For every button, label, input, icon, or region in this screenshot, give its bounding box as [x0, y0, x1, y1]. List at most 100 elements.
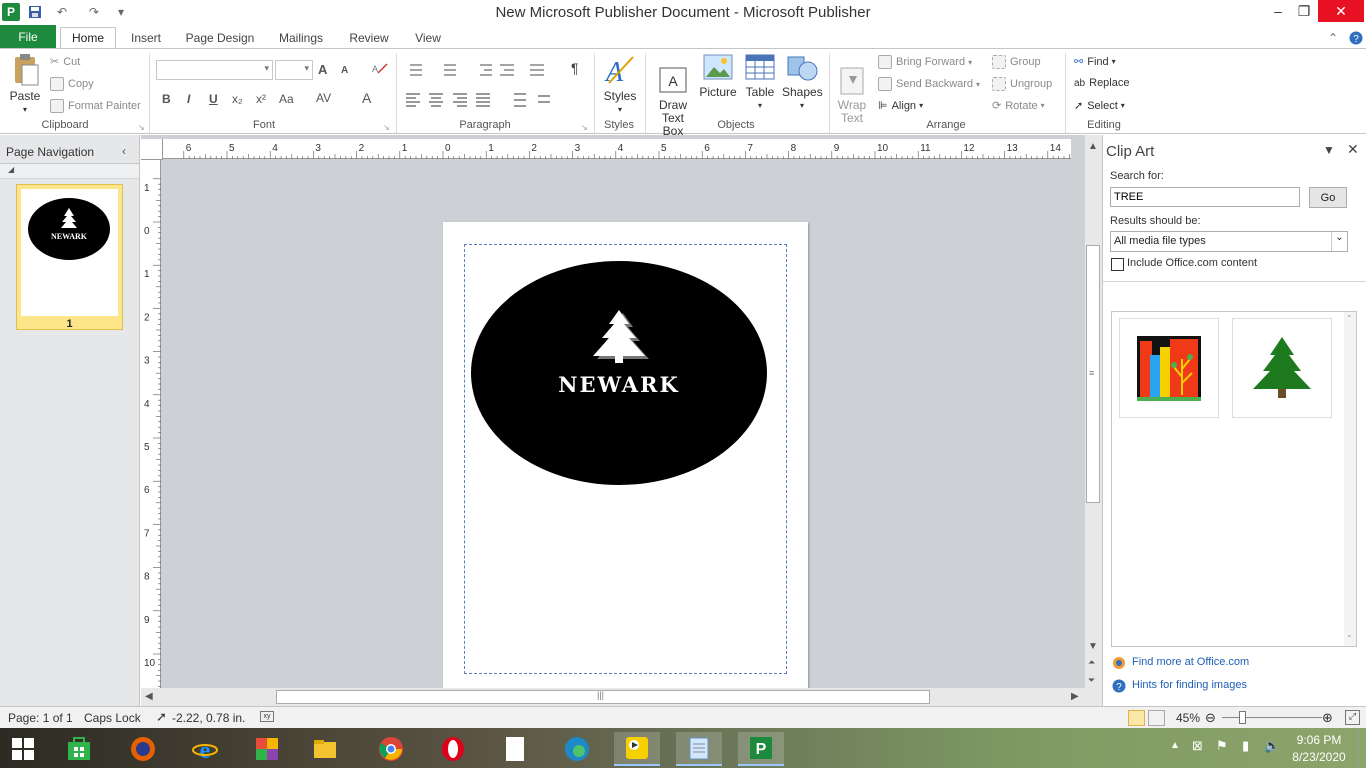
tab-view[interactable]: View — [404, 27, 452, 48]
publisher-taskbar-icon[interactable]: P — [738, 732, 784, 766]
clock-time[interactable]: 9:06 PM — [1296, 733, 1342, 747]
ruler-corner[interactable] — [141, 139, 163, 160]
help-icon[interactable]: ? — [1348, 27, 1364, 48]
results-scrollbar[interactable]: ⌃ ⌄ — [1344, 312, 1356, 646]
italic-button[interactable]: I — [187, 92, 190, 106]
newark-logo[interactable]: NEWARK — [471, 260, 769, 486]
table-button[interactable]: Table ▾ — [740, 53, 780, 112]
zoom-in-icon[interactable]: ⊕ — [1322, 710, 1333, 726]
show-hidden-icons[interactable]: ▲ — [1170, 740, 1180, 751]
change-case-button[interactable]: Aa — [279, 92, 294, 106]
zoom-level[interactable]: 45% — [1176, 711, 1200, 725]
next-page-icon[interactable]: ⏷ — [1088, 675, 1095, 686]
rotate-button[interactable]: ⟳ Rotate ▾ — [992, 99, 1045, 113]
firefox-icon[interactable] — [120, 732, 166, 766]
format-painter-button[interactable]: Format Painter — [50, 99, 141, 113]
copy-button[interactable]: Copy — [50, 77, 94, 91]
clip-result-green-tree[interactable] — [1232, 318, 1332, 418]
tab-review[interactable]: Review — [340, 27, 398, 48]
shrink-font-button[interactable]: A — [341, 65, 348, 76]
zoom-slider[interactable] — [1222, 717, 1322, 718]
underline-button[interactable]: U — [209, 92, 218, 106]
collapse-ribbon-icon[interactable]: ⌃ — [1326, 27, 1340, 48]
paste-button[interactable]: Paste ▾ — [6, 53, 44, 116]
vertical-scrollbar[interactable]: ▲ ≡ ▼ ⏶ ⏷ — [1085, 135, 1102, 706]
replace-button[interactable]: ab Replace — [1074, 77, 1129, 89]
alignment-buttons[interactable] — [404, 91, 564, 109]
ungroup-button[interactable]: Ungroup — [992, 77, 1052, 91]
scroll-right-arrow-icon[interactable]: ▶ — [1071, 691, 1079, 702]
grow-font-button[interactable]: A — [318, 62, 327, 77]
show-desktop-button[interactable] — [1358, 728, 1366, 768]
find-button[interactable]: ⚯ Find ▾ — [1074, 55, 1116, 69]
clipboard-launcher-icon[interactable]: ↘ — [138, 123, 145, 132]
file-explorer-icon[interactable] — [302, 732, 348, 766]
font-launcher-icon[interactable]: ↘ — [383, 123, 390, 132]
pane-options-icon[interactable]: ▼ — [1323, 143, 1335, 157]
scroll-up-arrow-icon[interactable]: ▲ — [1088, 141, 1098, 152]
store-icon[interactable] — [56, 732, 102, 766]
group-button[interactable]: Group — [992, 55, 1041, 69]
office-icon[interactable] — [244, 732, 290, 766]
send-backward-button[interactable]: Send Backward ▾ — [878, 77, 980, 91]
include-office-checkbox[interactable] — [1111, 258, 1124, 271]
windows-start-icon[interactable] — [0, 732, 46, 766]
superscript-button[interactable]: x² — [256, 92, 266, 106]
flag-icon[interactable]: ⚑ — [1216, 738, 1228, 754]
bring-forward-button[interactable]: Bring Forward ▾ — [878, 55, 972, 69]
horizontal-scroll-thumb[interactable]: ||| — [276, 690, 930, 704]
two-page-view-icon[interactable] — [1148, 710, 1165, 726]
scroll-down-arrow-icon[interactable]: ▼ — [1088, 641, 1098, 652]
close-pane-icon[interactable]: ✕ — [1347, 141, 1359, 158]
scroll-left-arrow-icon[interactable]: ◀ — [145, 691, 153, 702]
fit-page-icon[interactable]: ⤢ — [1345, 710, 1360, 725]
show-formatting-button[interactable]: ¶ — [571, 60, 579, 76]
select-button[interactable]: ➚ Select ▾ — [1074, 99, 1125, 113]
align-button[interactable]: ⊫ Align ▾ — [878, 99, 923, 113]
internet-explorer-icon[interactable]: e — [182, 732, 228, 766]
bold-button[interactable]: B — [162, 92, 171, 106]
list-buttons[interactable] — [404, 61, 574, 79]
vertical-ruler[interactable]: 1 0 1 2 3 4 5 6 7 8 9 10 — [141, 160, 161, 688]
tab-mailings[interactable]: Mailings — [268, 27, 334, 48]
volume-icon[interactable]: 🔈 — [1264, 738, 1280, 754]
battery-icon[interactable]: ▮ — [1242, 738, 1249, 754]
close-button[interactable]: ✕ — [1318, 0, 1364, 22]
subscript-button[interactable]: x₂ — [232, 92, 243, 106]
zoom-slider-thumb[interactable] — [1239, 711, 1246, 724]
shapes-button[interactable]: Shapes ▾ — [782, 53, 823, 112]
blank-document-icon[interactable] — [492, 732, 538, 766]
media-app-icon[interactable] — [614, 732, 660, 766]
previous-page-icon[interactable]: ⏶ — [1088, 657, 1095, 668]
picture-button[interactable]: Picture — [698, 53, 738, 99]
page-status[interactable]: Page: 1 of 1 — [8, 711, 73, 725]
font-size-combo[interactable]: ▾ — [275, 60, 313, 80]
collapse-pane-icon[interactable]: ‹ — [122, 144, 126, 158]
paragraph-launcher-icon[interactable]: ↘ — [581, 123, 588, 132]
styles-button[interactable]: A Styles ▾ — [600, 53, 640, 116]
vertical-scroll-thumb[interactable]: ≡ — [1086, 245, 1100, 503]
tab-home[interactable]: Home — [60, 27, 116, 48]
horizontal-scrollbar[interactable]: ◀ ||| ▶ — [141, 688, 1085, 706]
clip-result-colorful-art[interactable] — [1119, 318, 1219, 418]
go-button[interactable]: Go — [1309, 187, 1347, 208]
clear-format-icon[interactable]: A — [372, 61, 388, 78]
font-color-button[interactable]: A — [362, 90, 371, 106]
single-page-view-icon[interactable] — [1128, 710, 1145, 726]
clock-date[interactable]: 8/23/2020 — [1291, 750, 1347, 764]
character-spacing-button[interactable]: AV — [316, 91, 331, 105]
tab-file[interactable]: File — [0, 25, 56, 48]
media-type-select[interactable]: All media file types ⌄ — [1110, 231, 1348, 252]
clip-art-search-input[interactable] — [1110, 187, 1300, 207]
opera-icon[interactable] — [430, 732, 476, 766]
horizontal-ruler[interactable]: 6 5 4 3 2 1 0 1 2 3 4 5 6 7 8 9 10 11 12 13 14 — [163, 139, 1071, 159]
cut-button[interactable]: ✂ Cut — [50, 55, 80, 69]
chrome-icon[interactable] — [368, 732, 414, 766]
page-thumbnail[interactable]: NEWARK 1 — [16, 184, 123, 330]
hints-link[interactable]: Hints for finding images — [1132, 679, 1247, 691]
font-name-combo[interactable]: ▾ — [156, 60, 273, 80]
notepad-icon[interactable] — [676, 732, 722, 766]
tab-page-design[interactable]: Page Design — [178, 27, 262, 48]
section-header[interactable]: ◢ — [0, 163, 139, 179]
edge-icon[interactable] — [554, 732, 600, 766]
